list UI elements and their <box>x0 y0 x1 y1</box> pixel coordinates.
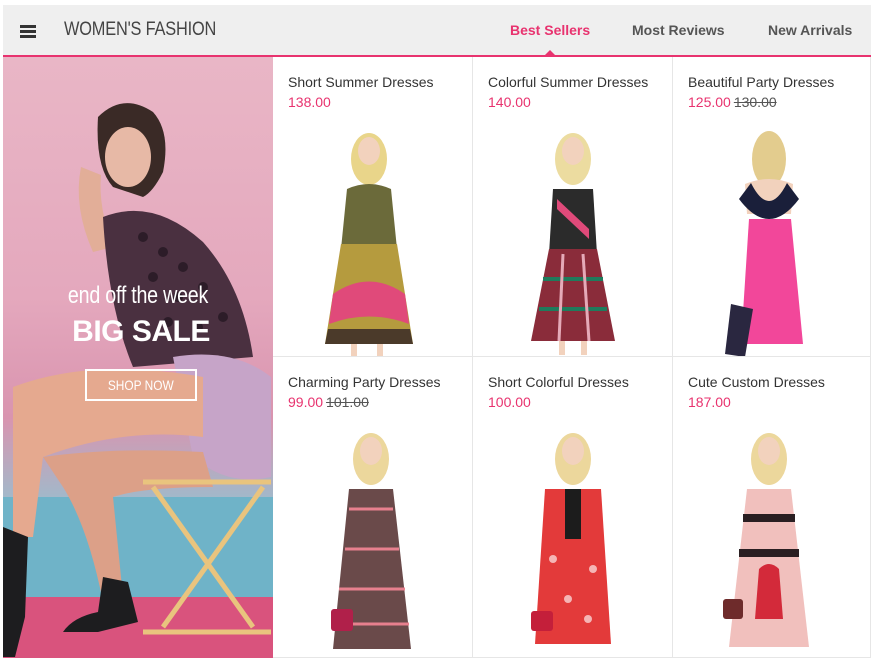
product-price: 100.00 <box>488 394 531 410</box>
fashion-widget: WOMEN'S FASHION Best Sellers Most Review… <box>3 5 871 658</box>
promo-banner[interactable]: end off the week BIG SALE SHOP NOW <box>3 57 273 658</box>
product-name: Cute Custom Dresses <box>688 374 825 390</box>
tab-new-arrivals[interactable]: New Arrivals <box>768 5 852 55</box>
product-name: Charming Party Dresses <box>288 374 441 390</box>
product-image <box>723 433 809 647</box>
product-name: Short Colorful Dresses <box>488 374 629 390</box>
product-card[interactable]: Charming Party Dresses 99.00 101.00 <box>273 357 473 658</box>
tab-best-sellers[interactable]: Best Sellers <box>510 5 590 56</box>
product-image <box>725 131 803 356</box>
current-price: 125.00 <box>688 94 731 110</box>
product-price: 99.00 101.00 <box>288 394 369 410</box>
product-price: 187.00 <box>688 394 731 410</box>
tab-most-reviews[interactable]: Most Reviews <box>632 5 725 55</box>
model-illustration <box>3 103 273 658</box>
product-name: Beautiful Party Dresses <box>688 74 835 90</box>
product-grid: Short Summer Dresses 138.00 Colorful Sum… <box>273 57 871 658</box>
banner-headline: BIG SALE <box>72 315 210 348</box>
product-image <box>331 433 411 649</box>
product-name: Short Summer Dresses <box>288 74 434 90</box>
product-card[interactable]: Short Summer Dresses 138.00 <box>273 57 473 357</box>
current-price: 99.00 <box>288 394 324 410</box>
product-image <box>531 133 615 355</box>
original-price: 101.00 <box>326 394 369 410</box>
header-bar: WOMEN'S FASHION Best Sellers Most Review… <box>3 5 871 57</box>
product-image <box>325 133 413 356</box>
brand-title: WOMEN'S FASHION <box>64 19 217 40</box>
product-card[interactable]: Cute Custom Dresses 187.00 <box>673 357 871 658</box>
product-name: Colorful Summer Dresses <box>488 74 649 90</box>
product-card[interactable]: Colorful Summer Dresses 140.00 <box>473 57 673 357</box>
current-price: 140.00 <box>488 94 531 110</box>
current-price: 138.00 <box>288 94 331 110</box>
current-price: 187.00 <box>688 394 731 410</box>
product-price: 138.00 <box>288 94 331 110</box>
product-image <box>531 433 611 644</box>
product-price: 125.00 130.00 <box>688 94 777 110</box>
hamburger-menu-icon[interactable] <box>20 25 36 38</box>
current-price: 100.00 <box>488 394 531 410</box>
banner-tagline: end off the week <box>67 282 209 309</box>
product-card[interactable]: Short Colorful Dresses 100.00 <box>473 357 673 658</box>
product-card[interactable]: Beautiful Party Dresses 125.00 130.00 <box>673 57 871 357</box>
product-price: 140.00 <box>488 94 531 110</box>
original-price: 130.00 <box>733 94 777 110</box>
shop-now-button[interactable]: SHOP NOW <box>85 369 197 401</box>
